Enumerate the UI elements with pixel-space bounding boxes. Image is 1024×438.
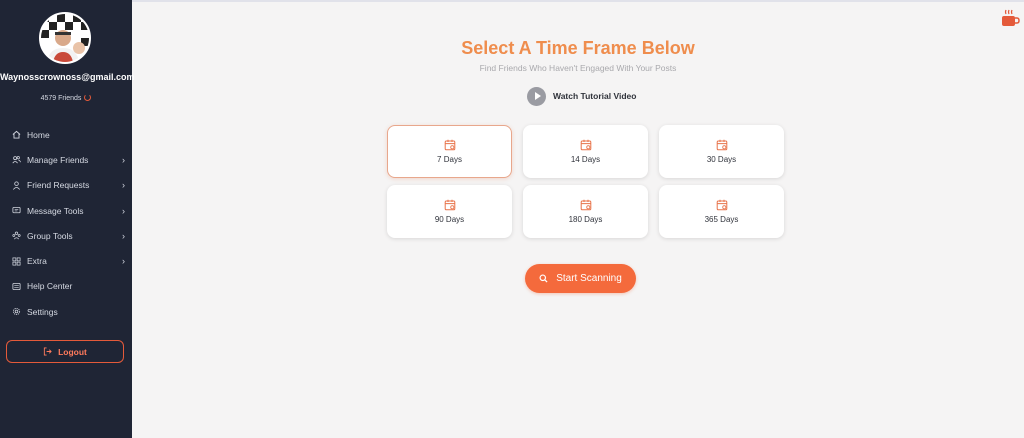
friends-count: 4579 Friends (0, 94, 132, 102)
logout-button[interactable]: Logout (6, 340, 124, 363)
sidebar-item-label: Group Tools (27, 230, 73, 241)
search-icon (539, 274, 548, 283)
user-icon (12, 181, 21, 190)
watch-tutorial-button[interactable]: Watch Tutorial Video (527, 86, 636, 106)
calendar-icon (580, 199, 591, 211)
users-icon (12, 155, 21, 164)
start-scanning-label: Start Scanning (556, 273, 622, 284)
top-border (132, 0, 1024, 2)
calendar-icon (444, 199, 455, 211)
sidebar-item-label: Message Tools (27, 205, 84, 216)
sidebar: Waynosscrownoss@gmail.com 4579 Friends H… (0, 0, 135, 438)
chevron-right-icon: › (122, 205, 125, 216)
avatar[interactable] (39, 12, 91, 64)
sidebar-item-label: Settings (27, 306, 58, 317)
timeframe-label: 180 Days (568, 215, 603, 224)
sidebar-item-group-tools[interactable]: Group Tools › (0, 223, 132, 248)
chevron-right-icon: › (122, 154, 125, 165)
timeframe-card-90-days[interactable]: 90 Days (387, 185, 512, 238)
sidebar-item-message-tools[interactable]: Message Tools › (0, 198, 132, 223)
coffee-icon[interactable] (1000, 8, 1020, 28)
grid-icon (12, 257, 21, 266)
timeframe-card-180-days[interactable]: 180 Days (523, 185, 648, 238)
timeframe-label: 14 Days (570, 155, 601, 164)
chevron-right-icon: › (122, 230, 125, 241)
sidebar-nav: Home Manage Friends › Friend Requests › … (0, 122, 132, 324)
start-scanning-button[interactable]: Start Scanning (525, 264, 636, 293)
calendar-icon (580, 139, 591, 151)
sidebar-item-label: Manage Friends (27, 154, 89, 165)
sidebar-item-label: Friend Requests (27, 180, 90, 191)
chevron-right-icon: › (122, 180, 125, 191)
sidebar-item-extra[interactable]: Extra › (0, 248, 132, 273)
logout-icon (43, 347, 52, 356)
timeframe-label: 365 Days (704, 215, 739, 224)
gear-icon (12, 307, 21, 316)
sidebar-item-friend-requests[interactable]: Friend Requests › (0, 173, 132, 198)
user-email: Waynosscrownoss@gmail.com (0, 72, 135, 82)
sidebar-item-label: Extra (27, 256, 47, 267)
logout-label: Logout (58, 346, 87, 357)
chevron-right-icon: › (122, 256, 125, 267)
refresh-icon[interactable] (84, 94, 92, 101)
sidebar-item-help-center[interactable]: Help Center (0, 274, 132, 299)
sidebar-item-home[interactable]: Home (0, 122, 132, 147)
timeframe-label: 7 Days (437, 155, 462, 164)
sidebar-item-label: Home (27, 129, 50, 140)
timeframe-card-14-days[interactable]: 14 Days (523, 125, 648, 178)
page-title: Select A Time Frame Below (461, 38, 695, 58)
home-icon (12, 130, 21, 139)
help-icon (12, 282, 21, 291)
message-icon (12, 206, 21, 215)
timeframe-card-365-days[interactable]: 365 Days (659, 185, 784, 238)
tutorial-label: Watch Tutorial Video (553, 91, 637, 101)
group-icon (12, 231, 21, 240)
play-icon (527, 86, 546, 106)
timeframe-card-30-days[interactable]: 30 Days (659, 125, 784, 178)
friends-count-label: 4579 Friends (40, 95, 82, 102)
sidebar-item-settings[interactable]: Settings (0, 299, 132, 324)
page-subtitle: Find Friends Who Haven't Engaged With Yo… (479, 63, 677, 73)
sidebar-item-manage-friends[interactable]: Manage Friends › (0, 147, 132, 172)
timeframe-label: 90 Days (434, 215, 465, 224)
calendar-icon (444, 139, 455, 151)
calendar-icon (716, 199, 727, 211)
avatar-image (41, 14, 89, 62)
timeframe-label: 30 Days (706, 155, 737, 164)
timeframe-card-7-days[interactable]: 7 Days (387, 125, 512, 178)
sidebar-item-label: Help Center (27, 281, 73, 292)
calendar-icon (716, 139, 727, 151)
